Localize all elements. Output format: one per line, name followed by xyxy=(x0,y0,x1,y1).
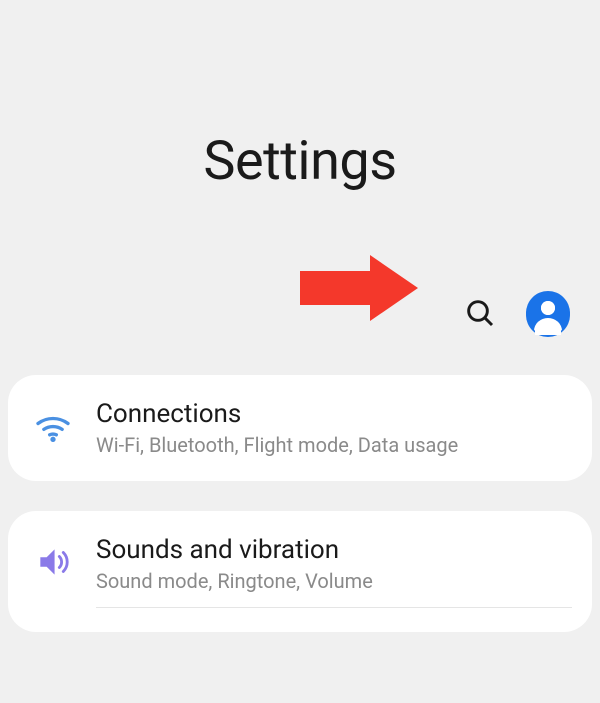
profile-icon xyxy=(526,291,570,339)
settings-item-subtitle: Wi-Fi, Bluetooth, Flight mode, Data usag… xyxy=(96,433,572,457)
toolbar xyxy=(0,223,600,357)
wifi-icon xyxy=(32,405,74,447)
settings-item-title: Sounds and vibration xyxy=(96,535,572,565)
sound-icon xyxy=(32,541,74,583)
settings-item-connections[interactable]: Connections Wi-Fi, Bluetooth, Flight mod… xyxy=(8,375,592,481)
pointer-arrow-annotation xyxy=(300,253,420,327)
page-title: Settings xyxy=(0,130,600,193)
divider xyxy=(96,607,572,608)
settings-item-title: Connections xyxy=(96,399,572,429)
header: Settings xyxy=(0,0,600,223)
search-button[interactable] xyxy=(462,297,498,333)
search-icon xyxy=(464,297,496,333)
profile-button[interactable] xyxy=(526,293,570,337)
settings-item-content: Sounds and vibration Sound mode, Rington… xyxy=(96,535,572,608)
settings-item-subtitle: Sound mode, Ringtone, Volume xyxy=(96,569,572,593)
settings-item-sounds[interactable]: Sounds and vibration Sound mode, Rington… xyxy=(8,511,592,632)
settings-list: Connections Wi-Fi, Bluetooth, Flight mod… xyxy=(0,357,600,632)
settings-item-content: Connections Wi-Fi, Bluetooth, Flight mod… xyxy=(96,399,572,457)
